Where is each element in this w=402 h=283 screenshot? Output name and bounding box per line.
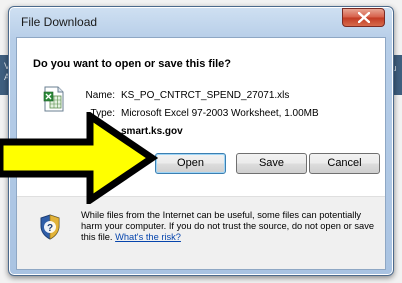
open-button[interactable]: Open: [155, 153, 226, 174]
cancel-button[interactable]: Cancel: [309, 153, 380, 174]
yellow-arrow-icon: [0, 112, 158, 204]
file-name-value: KS_PO_CNTRCT_SPEND_27071.xls: [121, 90, 290, 101]
dialog-question: Do you want to open or save this file?: [33, 58, 232, 70]
window-title: File Download: [21, 15, 98, 29]
security-shield-icon: ?: [40, 214, 60, 240]
whats-the-risk-link[interactable]: What's the risk?: [115, 232, 181, 242]
title-bar[interactable]: File Download: [9, 7, 393, 37]
svg-text:?: ?: [47, 223, 53, 234]
file-name-label: Name:: [85, 90, 115, 101]
security-warning: While files from the Internet can be use…: [81, 210, 377, 243]
close-icon: [358, 12, 370, 23]
save-button[interactable]: Save: [236, 153, 307, 174]
close-button[interactable]: [342, 8, 385, 27]
